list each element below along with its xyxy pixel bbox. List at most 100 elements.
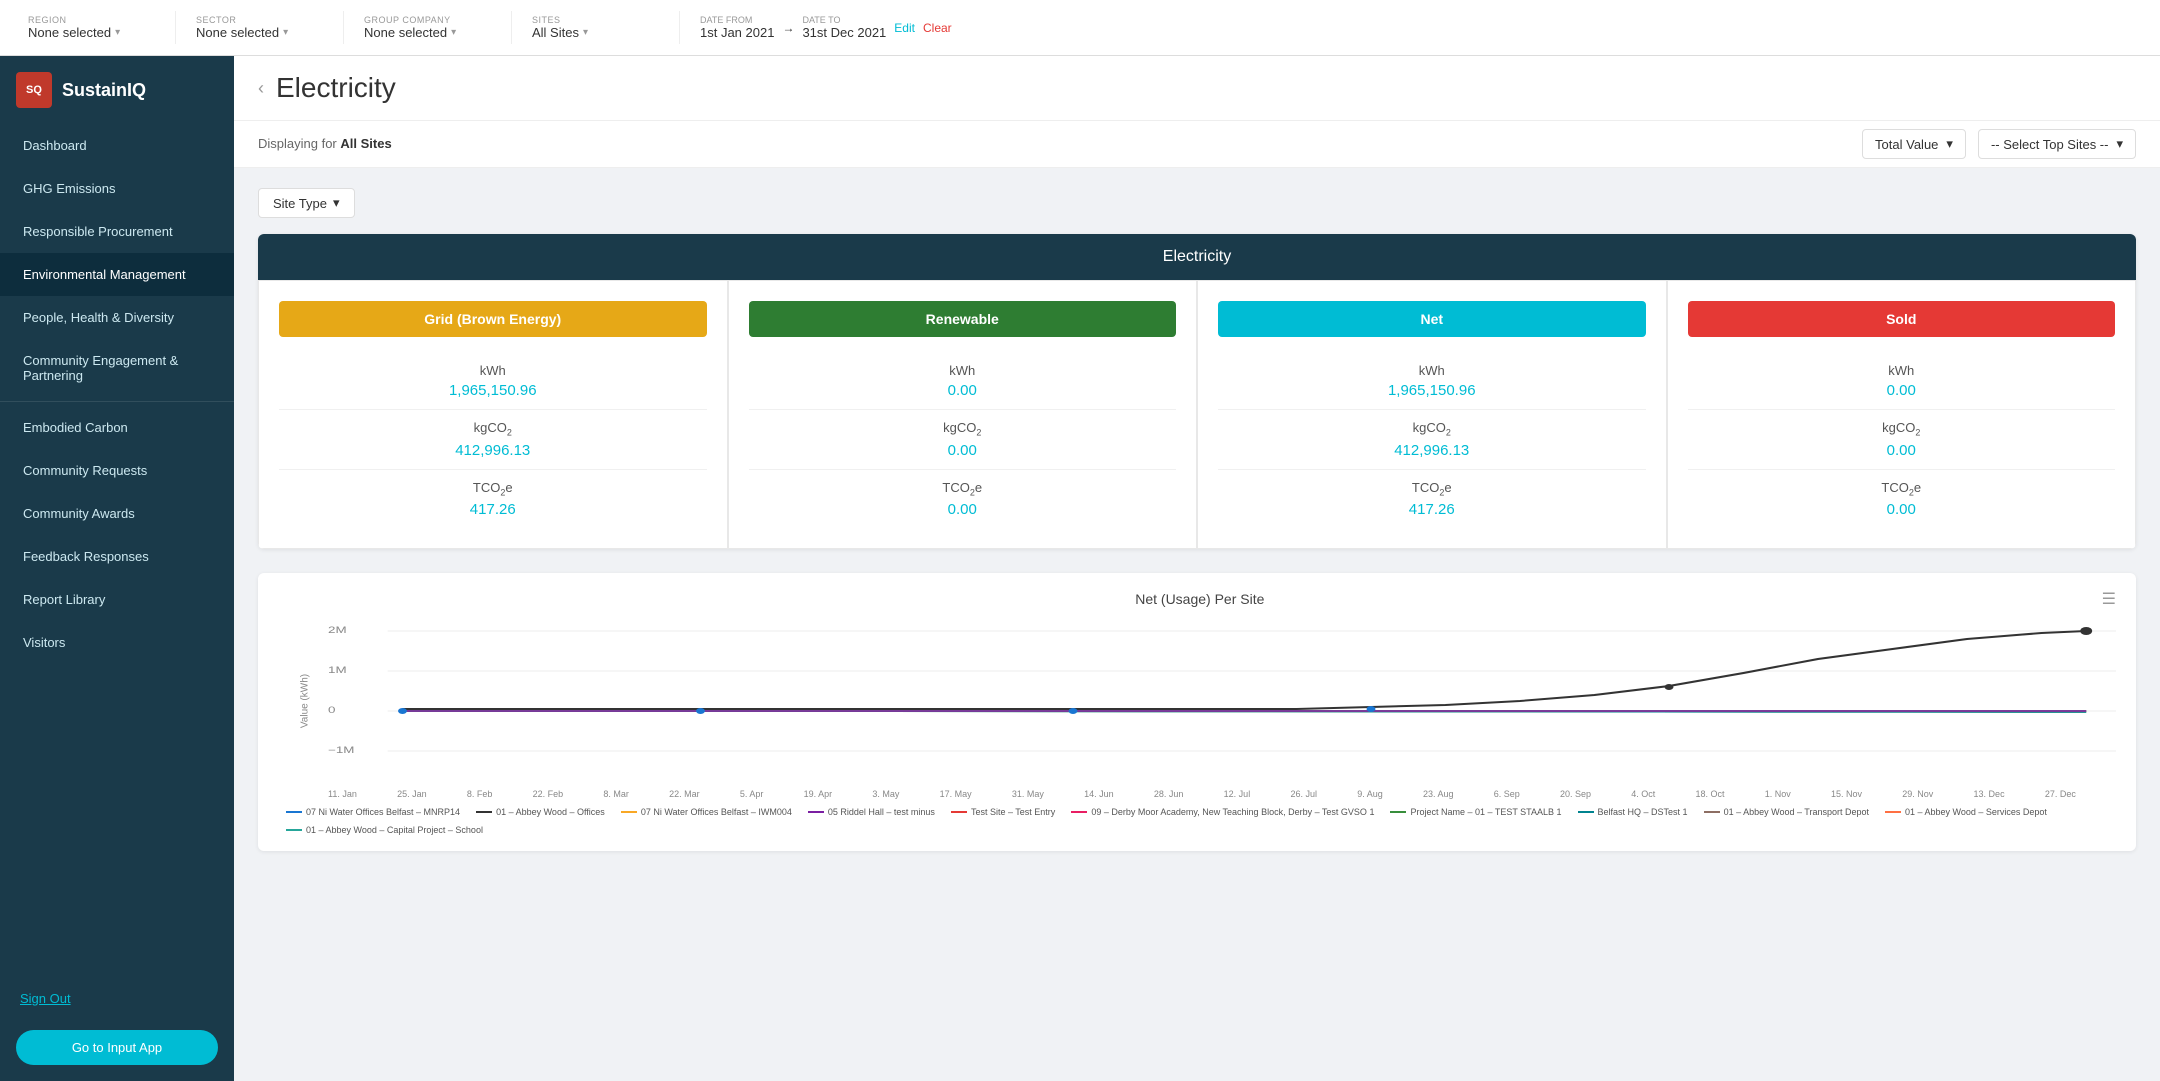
svg-text:−1M: −1M: [328, 746, 354, 755]
group-company-filter[interactable]: GROUP COMPANY None selected ▾: [352, 11, 512, 44]
group-company-label: GROUP COMPANY: [364, 15, 499, 25]
net-kwh-label: kWh: [1218, 363, 1646, 378]
chart-y-label: Value (kWh): [300, 674, 311, 728]
chart-x-tick: 15. Nov: [1831, 789, 1862, 799]
chart-legend: 07 Ni Water Offices Belfast – MNRP14 01 –…: [278, 807, 2116, 835]
date-from-block: DATE FROM 1st Jan 2021: [700, 15, 774, 40]
sidebar-item-awards[interactable]: Community Awards: [0, 492, 234, 535]
legend-color-line: [286, 829, 302, 831]
sidebar-item-requests[interactable]: Community Requests: [0, 449, 234, 492]
chart-x-tick: 19. Apr: [804, 789, 833, 799]
legend-label: 05 Riddel Hall – test minus: [828, 807, 935, 817]
legend-item: Project Name – 01 – TEST STAALB 1: [1390, 807, 1561, 817]
legend-color-line: [951, 811, 967, 813]
display-controls: Total Value ▾ -- Select Top Sites -- ▾: [1862, 129, 2136, 159]
date-range-group: DATE FROM 1st Jan 2021 → DATE TO 31st De…: [688, 11, 964, 44]
region-filter[interactable]: REGION None selected ▾: [16, 11, 176, 44]
sidebar-item-community[interactable]: Community Engagement & Partnering: [0, 339, 234, 397]
renewable-kwh-value: 0.00: [749, 382, 1177, 399]
electricity-panel: Electricity Grid (Brown Energy) kWh 1,96…: [258, 234, 2136, 549]
legend-label: 07 Ni Water Offices Belfast – MNRP14: [306, 807, 460, 817]
sidebar-item-people[interactable]: People, Health & Diversity: [0, 296, 234, 339]
sidebar-item-procurement[interactable]: Responsible Procurement: [0, 210, 234, 253]
sites-label: SITES: [532, 15, 667, 25]
sidebar-item-feedback[interactable]: Feedback Responses: [0, 535, 234, 578]
brown-kgco2-row: kgCO2 412,996.13: [279, 410, 707, 470]
displaying-sites: All Sites: [340, 136, 391, 151]
go-to-input-button[interactable]: Go to Input App: [16, 1030, 218, 1065]
legend-color-line: [1578, 811, 1594, 813]
sold-kgco2-value: 0.00: [1688, 442, 2116, 459]
net-kwh-row: kWh 1,965,150.96: [1218, 353, 1646, 410]
region-label: REGION: [28, 15, 163, 25]
date-to-block: DATE TO 31st Dec 2021: [802, 15, 886, 40]
chart-x-tick: 8. Mar: [603, 789, 629, 799]
svg-text:2M: 2M: [328, 626, 347, 635]
chart-menu-icon[interactable]: ☰: [2102, 589, 2116, 609]
date-clear-button[interactable]: Clear: [923, 21, 952, 35]
sidebar: SQ SustainIQ Dashboard GHG Emissions Res…: [0, 56, 234, 1081]
app-name: SustainIQ: [62, 80, 146, 101]
sidebar-item-report[interactable]: Report Library: [0, 578, 234, 621]
top-filter-bar: REGION None selected ▾ SECTOR None selec…: [0, 0, 2160, 56]
region-select[interactable]: None selected ▾: [28, 25, 163, 40]
legend-item: Belfast HQ – DSTest 1: [1578, 807, 1688, 817]
legend-label: 01 – Abbey Wood – Transport Depot: [1724, 807, 1869, 817]
site-type-chevron-icon: ▾: [333, 195, 340, 211]
chart-x-tick: 9. Aug: [1357, 789, 1383, 799]
legend-label: 01 – Abbey Wood – Services Depot: [1905, 807, 2047, 817]
total-value-chevron-icon: ▾: [1946, 136, 1953, 152]
brown-tco2e-value: 417.26: [279, 501, 707, 518]
chart-x-tick: 22. Feb: [533, 789, 564, 799]
chart-x-tick: 29. Nov: [1902, 789, 1933, 799]
net-kgco2-label: kgCO2: [1218, 420, 1646, 438]
date-arrow-icon: →: [782, 21, 794, 35]
site-type-filter-btn[interactable]: Site Type ▾: [258, 188, 355, 218]
legend-item: 07 Ni Water Offices Belfast – IWM004: [621, 807, 792, 817]
group-company-select[interactable]: None selected ▾: [364, 25, 499, 40]
sites-select[interactable]: All Sites ▾: [532, 25, 667, 40]
display-bar: Displaying for All Sites Total Value ▾ -…: [234, 121, 2160, 168]
sign-out-link[interactable]: Sign Out: [0, 983, 234, 1014]
chart-x-tick: 4. Oct: [1631, 789, 1655, 799]
sidebar-item-env-mgmt[interactable]: Environmental Management: [0, 253, 234, 296]
cards-row: Grid (Brown Energy) kWh 1,965,150.96 kgC…: [258, 280, 2136, 549]
legend-label: 09 – Derby Moor Academy, New Teaching Bl…: [1091, 807, 1374, 817]
brown-kwh-value: 1,965,150.96: [279, 382, 707, 399]
renewable-tco2e-label: TCO2e: [749, 480, 1177, 498]
legend-color-line: [1390, 811, 1406, 813]
chart-x-tick: 28. Jun: [1154, 789, 1184, 799]
renewable-kwh-label: kWh: [749, 363, 1177, 378]
net-tco2e-value: 417.26: [1218, 501, 1646, 518]
date-from-label: DATE FROM: [700, 15, 774, 25]
renewable-kgco2-row: kgCO2 0.00: [749, 410, 1177, 470]
sector-select[interactable]: None selected ▾: [196, 25, 331, 40]
sidebar-item-visitors[interactable]: Visitors: [0, 621, 234, 664]
app-layout: SQ SustainIQ Dashboard GHG Emissions Res…: [0, 56, 2160, 1081]
legend-color-line: [1704, 811, 1720, 813]
legend-label: 07 Ni Water Offices Belfast – IWM004: [641, 807, 792, 817]
sold-card: Sold kWh 0.00 kgCO2 0.00 TCO2e 0.00: [1667, 280, 2137, 549]
net-header: Net: [1218, 301, 1646, 337]
sold-kwh-label: kWh: [1688, 363, 2116, 378]
sold-kgco2-row: kgCO2 0.00: [1688, 410, 2116, 470]
renewable-kwh-row: kWh 0.00: [749, 353, 1177, 410]
select-top-sites-dropdown[interactable]: -- Select Top Sites -- ▾: [1978, 129, 2136, 159]
legend-color-line: [286, 811, 302, 813]
page-header: ‹ Electricity: [234, 56, 2160, 121]
content-area: Site Type ▾ Electricity Grid (Brown Ener…: [234, 168, 2160, 871]
legend-item: 01 – Abbey Wood – Capital Project – Scho…: [286, 825, 483, 835]
back-button[interactable]: ‹: [258, 78, 264, 99]
sidebar-item-embodied[interactable]: Embodied Carbon: [0, 406, 234, 449]
sites-filter[interactable]: SITES All Sites ▾: [520, 11, 680, 44]
date-to-label: DATE TO: [802, 15, 886, 25]
chart-x-tick: 25. Jan: [397, 789, 427, 799]
renewable-kgco2-label: kgCO2: [749, 420, 1177, 438]
chart-section: Net (Usage) Per Site ☰ Value (kWh) 2M 1M…: [258, 573, 2136, 851]
sector-filter[interactable]: SECTOR None selected ▾: [184, 11, 344, 44]
total-value-dropdown[interactable]: Total Value ▾: [1862, 129, 1966, 159]
chart-x-tick: 26. Jul: [1290, 789, 1317, 799]
date-edit-button[interactable]: Edit: [894, 21, 915, 35]
sidebar-item-dashboard[interactable]: Dashboard: [0, 124, 234, 167]
sidebar-item-ghg[interactable]: GHG Emissions: [0, 167, 234, 210]
